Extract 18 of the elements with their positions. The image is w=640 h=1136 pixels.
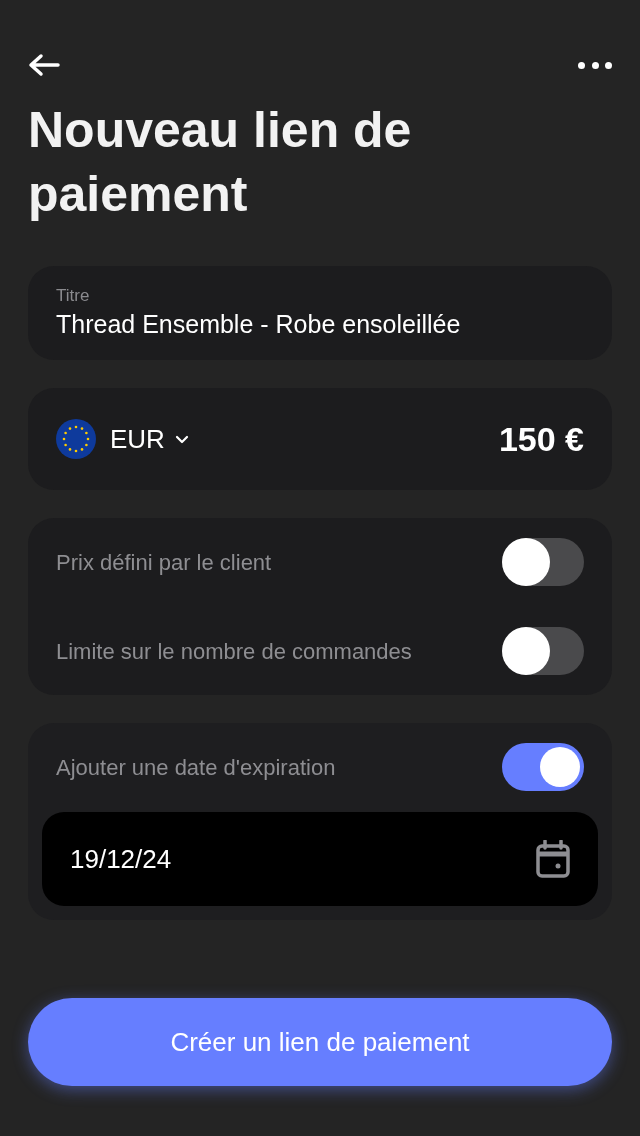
option-label: Limite sur le nombre de commandes (56, 637, 412, 666)
option-label: Ajouter une date d'expiration (56, 753, 336, 782)
toggle-switch[interactable] (502, 538, 584, 586)
field-value: Thread Ensemble - Robe ensoleillée (56, 309, 462, 340)
flag-icon (56, 419, 96, 459)
date-value: 19/12/24 (70, 842, 172, 876)
create-link-button[interactable]: Créer un lien de paiement (28, 998, 612, 1086)
currency-dropdown[interactable]: EUR (110, 419, 189, 459)
page-title: Nouveau lien de paiement (28, 101, 413, 224)
toggle-switch[interactable] (502, 627, 584, 675)
chevron-down-icon (174, 434, 189, 444)
title-field[interactable]: Titre Thread Ensemble - Robe ensoleillée (28, 266, 612, 360)
toggle-switch[interactable] (502, 743, 584, 791)
amount-value[interactable]: 150 € (498, 413, 584, 465)
calendar-icon (536, 840, 570, 878)
field-label: Titre (56, 285, 91, 307)
option-label: Prix défini par le client (56, 548, 272, 577)
date-field[interactable]: 19/12/24 (42, 812, 598, 906)
